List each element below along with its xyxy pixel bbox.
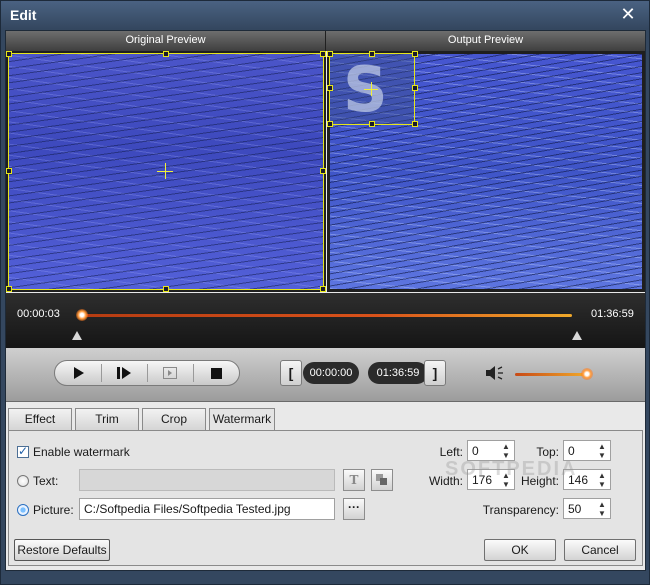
color-swatch-icon — [376, 474, 387, 485]
top-value: 0 — [568, 444, 575, 458]
enable-watermark-label: Enable watermark — [33, 445, 130, 459]
clip-start-time[interactable]: 00:00:00 — [303, 362, 359, 384]
watermark-handle[interactable] — [412, 85, 418, 91]
crop-handle[interactable] — [163, 51, 169, 57]
font-button[interactable]: T — [343, 469, 365, 491]
watermark-handle[interactable] — [412, 51, 418, 57]
spin-up-icon[interactable]: ▲ — [598, 442, 608, 451]
frame-icon — [163, 367, 177, 379]
color-button[interactable] — [371, 469, 393, 491]
playhead-knob[interactable] — [76, 309, 88, 321]
edit-window: Edit ✕ Original Preview Output Preview S… — [0, 0, 650, 585]
top-label: Top: — [536, 445, 559, 459]
crop-handle[interactable] — [6, 168, 12, 174]
preview-header: Original Preview Output Preview — [6, 31, 645, 51]
ok-button[interactable]: OK — [484, 539, 556, 561]
text-input[interactable] — [79, 469, 335, 491]
play-icon — [74, 367, 84, 379]
cancel-button[interactable]: Cancel — [564, 539, 636, 561]
output-preview: S — [327, 51, 645, 292]
set-end-button[interactable]: ] — [424, 360, 446, 386]
step-forward-icon — [117, 367, 131, 379]
playback-controls: [ 00:00:00 01:36:59 ] — [6, 348, 645, 402]
picture-label: Picture: — [33, 503, 74, 517]
volume-knob[interactable] — [581, 368, 593, 380]
browse-button[interactable]: ··· — [343, 498, 365, 520]
enable-watermark-checkbox[interactable] — [17, 444, 29, 458]
original-preview-label: Original Preview — [125, 34, 206, 46]
spin-up-icon[interactable]: ▲ — [598, 500, 608, 509]
softpedia-watermark: SOFTPEDIA — [445, 458, 578, 480]
crop-handle[interactable] — [320, 51, 326, 57]
speaker-icon[interactable] — [486, 365, 504, 381]
watermark-crosshair-icon — [371, 82, 372, 96]
watermark-handle[interactable] — [327, 85, 333, 91]
progress-track[interactable] — [82, 314, 572, 317]
crop-handle[interactable] — [320, 168, 326, 174]
close-icon[interactable]: ✕ — [619, 5, 637, 23]
play-button[interactable] — [55, 361, 101, 385]
clip-end-time[interactable]: 01:36:59 — [368, 362, 428, 384]
stop-button[interactable] — [193, 361, 239, 385]
spin-up-icon[interactable]: ▲ — [598, 471, 608, 480]
trim-end-marker[interactable] — [572, 331, 582, 340]
picture-watermark-radio[interactable] — [17, 504, 29, 516]
center-crosshair-icon — [165, 163, 166, 179]
text-label: Text: — [33, 474, 59, 488]
title-bar: Edit ✕ — [1, 1, 649, 29]
snapshot-button[interactable] — [147, 361, 193, 385]
spin-down-icon[interactable]: ▼ — [598, 509, 608, 518]
tab-trim[interactable]: Trim — [75, 408, 139, 430]
volume-slider[interactable] — [515, 373, 587, 376]
crop-handle[interactable] — [6, 51, 12, 57]
next-frame-button[interactable] — [101, 361, 147, 385]
output-preview-label: Output Preview — [447, 34, 524, 46]
text-watermark-radio[interactable] — [17, 475, 29, 487]
left-value: 0 — [472, 444, 479, 458]
spin-down-icon[interactable]: ▼ — [598, 480, 608, 489]
left-label: Left: — [439, 445, 463, 459]
original-preview — [6, 51, 326, 292]
picture-path-input[interactable]: C:/Softpedia Files/Softpedia Tested.jpg — [79, 498, 335, 520]
tab-watermark[interactable]: Watermark — [209, 408, 275, 431]
crop-handle[interactable] — [320, 286, 326, 292]
tab-effect[interactable]: Effect — [8, 408, 72, 430]
transport-group — [54, 360, 240, 386]
transparency-value: 50 — [568, 502, 582, 516]
window-title: Edit — [10, 7, 37, 23]
current-time: 00:00:03 — [17, 308, 60, 320]
dialog-body: Original Preview Output Preview S 00:00:… — [5, 30, 646, 571]
set-start-button[interactable]: [ — [280, 360, 302, 386]
transparency-spinner[interactable]: 50 ▲ ▼ — [563, 498, 611, 519]
crop-handle[interactable] — [163, 286, 169, 292]
watermark-handle[interactable] — [327, 121, 333, 127]
total-time: 01:36:59 — [591, 308, 634, 320]
trim-start-marker[interactable] — [72, 331, 82, 340]
restore-defaults-button[interactable]: Restore Defaults — [14, 539, 110, 561]
watermark-handle[interactable] — [369, 121, 375, 127]
timeline-bar: 00:00:03 01:36:59 — [6, 293, 645, 348]
stop-icon — [210, 367, 222, 379]
watermark-handle[interactable] — [327, 51, 333, 57]
spin-down-icon[interactable]: ▼ — [598, 451, 608, 460]
watermark-handle[interactable] — [369, 51, 375, 57]
crop-handle[interactable] — [6, 286, 12, 292]
tab-crop[interactable]: Crop — [142, 408, 206, 430]
watermark-handle[interactable] — [412, 121, 418, 127]
transparency-label: Transparency: — [482, 503, 559, 517]
